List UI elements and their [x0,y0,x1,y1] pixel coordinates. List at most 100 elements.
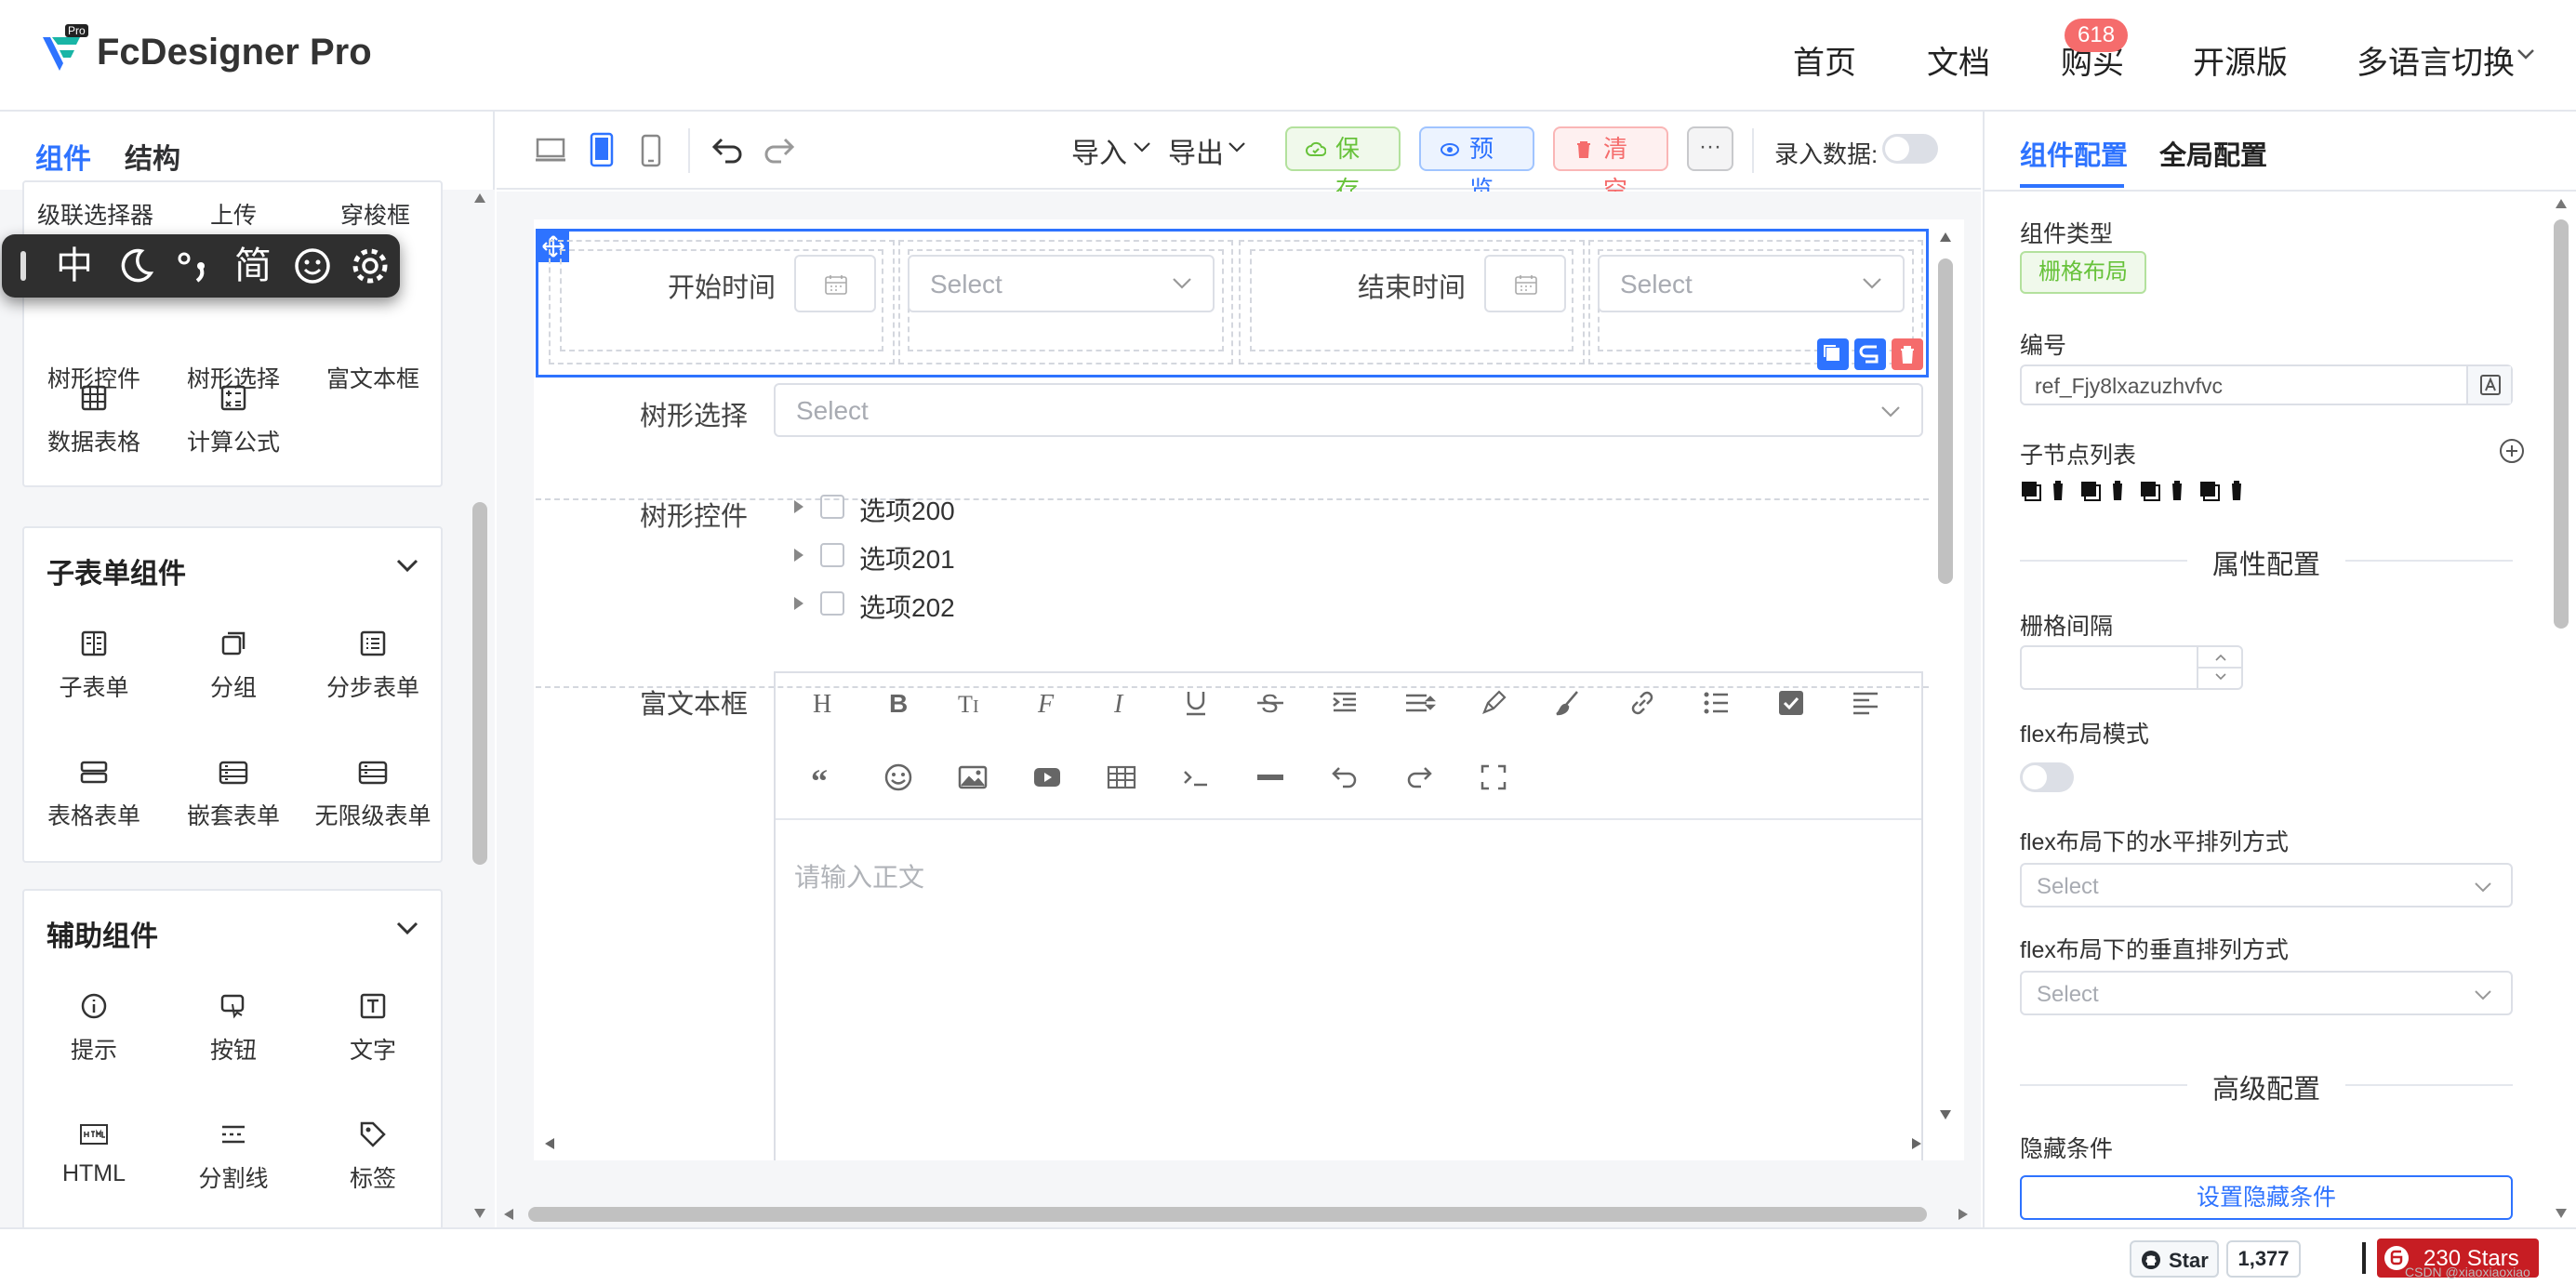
tab-component-config[interactable]: 组件配置 [2020,134,2128,173]
input-data-switch[interactable] [1882,134,1938,164]
undo-icon[interactable] [709,134,746,167]
comp-table-form[interactable]: 表格表单 [24,738,164,850]
scroll-right-icon[interactable] [1957,1207,1970,1222]
align-left-icon[interactable] [1849,686,1882,720]
scroll-down-icon[interactable] [472,1207,487,1220]
number-stepper[interactable] [2197,647,2241,688]
font-size-icon[interactable]: TI [956,686,989,720]
canvas-vertical-scrollbar[interactable] [1938,258,1953,584]
scroll-left-icon[interactable] [502,1207,515,1222]
chevron-up-icon[interactable] [2214,653,2227,662]
add-child-icon[interactable] [1854,338,1886,370]
comp-cascader[interactable]: 级联选择器 [37,197,153,231]
comp-infinite-form[interactable]: 无限级表单 [303,738,443,850]
add-circle-icon[interactable] [2498,437,2526,465]
scroll-down-icon[interactable] [1938,1108,1953,1121]
delete-icon[interactable] [1892,338,1923,370]
clear-button[interactable]: 清空 [1553,126,1668,204]
emoji-icon[interactable] [882,761,915,794]
import-dropdown[interactable]: 导入 [1071,130,1127,171]
italic-icon[interactable]: I [1105,686,1138,720]
end-time-picker[interactable] [1484,255,1566,312]
start-select[interactable]: Select [908,255,1215,312]
tab-components[interactable]: 组件 [35,136,91,177]
preview-button[interactable]: 预览 [1419,126,1534,204]
tree-checkbox[interactable] [820,543,844,567]
chevron-down-icon[interactable] [1133,141,1151,152]
pc-view-icon[interactable] [534,136,567,166]
github-star-count[interactable]: 1,377 [2226,1240,2301,1278]
todo-checkbox-icon[interactable] [1774,686,1808,720]
chevron-down-icon[interactable] [1228,141,1246,152]
font-color-icon[interactable] [1477,686,1510,720]
code-block-icon[interactable] [1179,761,1213,794]
pad-view-icon[interactable] [588,132,616,167]
ime-lang-toggle[interactable]: 中 [52,244,97,288]
end-select[interactable]: Select [1598,255,1905,312]
scroll-up-icon[interactable] [2554,197,2569,210]
start-time-picker[interactable] [794,255,876,312]
chevron-down-icon[interactable] [394,556,420,575]
nav-language[interactable]: 多语言切换 [2357,37,2515,83]
text-format-icon[interactable] [2466,366,2511,404]
github-star-button[interactable]: Star [2130,1240,2219,1278]
comp-tag[interactable]: 标签 [303,1101,443,1212]
export-dropdown[interactable]: 导出 [1168,130,1224,171]
chevron-down-icon[interactable] [394,919,420,937]
chevron-down-icon[interactable] [2214,672,2227,682]
table-icon[interactable] [1105,761,1138,794]
tree-checkbox[interactable] [820,495,844,519]
comp-group[interactable]: 分组 [164,610,303,722]
comp-button[interactable]: 按钮 [164,973,303,1084]
children-node-icons[interactable] [2020,478,2252,502]
strikethrough-icon[interactable]: S [1254,686,1287,720]
drag-handle[interactable] [20,251,26,281]
scroll-left-icon[interactable] [543,1136,556,1151]
brush-icon[interactable] [1551,686,1585,720]
tree-checkbox[interactable] [820,591,844,616]
comp-divider[interactable]: 分割线 [164,1101,303,1212]
image-icon[interactable] [956,761,989,794]
set-hide-condition-button[interactable]: 设置隐藏条件 [2020,1175,2513,1220]
rich-text-editor[interactable]: 请输入正文 [774,671,1923,1160]
ime-simplified-toggle[interactable]: 简 [231,244,275,288]
indent-icon[interactable] [1328,686,1361,720]
quote-icon[interactable]: “ [807,761,841,794]
left-scrollbar[interactable] [472,502,487,865]
nav-home[interactable]: 首页 [1793,37,1856,83]
id-input[interactable]: ref_Fjy8lxazuzhvfvc [2020,364,2513,405]
caret-right-icon[interactable] [794,500,803,513]
mobile-view-icon[interactable] [640,134,662,167]
comp-text[interactable]: 文字 [303,973,443,1084]
settings-gear-icon[interactable] [348,244,392,288]
tab-structure[interactable]: 结构 [125,136,180,177]
tab-global-config[interactable]: 全局配置 [2159,134,2267,173]
caret-right-icon[interactable] [794,597,803,610]
bold-icon[interactable]: B [882,686,915,720]
underline-icon[interactable] [1179,686,1213,720]
bullet-list-icon[interactable] [1700,686,1733,720]
comp-alert[interactable]: 提示 [24,973,164,1084]
comp-html[interactable]: HTML [24,1101,164,1212]
flex-h-select[interactable]: Select [2020,863,2513,907]
comp-formula[interactable]: 计算公式 [164,364,303,476]
canvas-horizontal-scrollbar[interactable] [528,1207,1927,1222]
horizontal-rule-icon[interactable] [1254,761,1287,794]
tree-select-input[interactable]: Select [774,383,1923,437]
flex-mode-switch[interactable] [2020,762,2074,792]
heading-icon[interactable]: H [807,686,841,720]
emoji-icon[interactable] [290,244,335,288]
redo-icon[interactable] [1402,761,1436,794]
comp-rich-text[interactable]: 富文本框 [303,301,443,413]
caret-right-icon[interactable] [794,549,803,562]
font-family-icon[interactable]: F [1030,686,1064,720]
comp-data-table[interactable]: 数据表格 [24,364,164,476]
nav-opensource[interactable]: 开源版 [2193,37,2288,83]
punctuation-icon[interactable] [173,244,218,288]
comp-upload[interactable]: 上传 [210,197,257,231]
scroll-up-icon[interactable] [1938,231,1953,244]
nav-docs[interactable]: 文档 [1927,37,1990,83]
gutter-input[interactable] [2020,645,2243,690]
config-scrollbar[interactable] [2554,219,2569,629]
more-button[interactable]: ··· [1687,126,1733,171]
